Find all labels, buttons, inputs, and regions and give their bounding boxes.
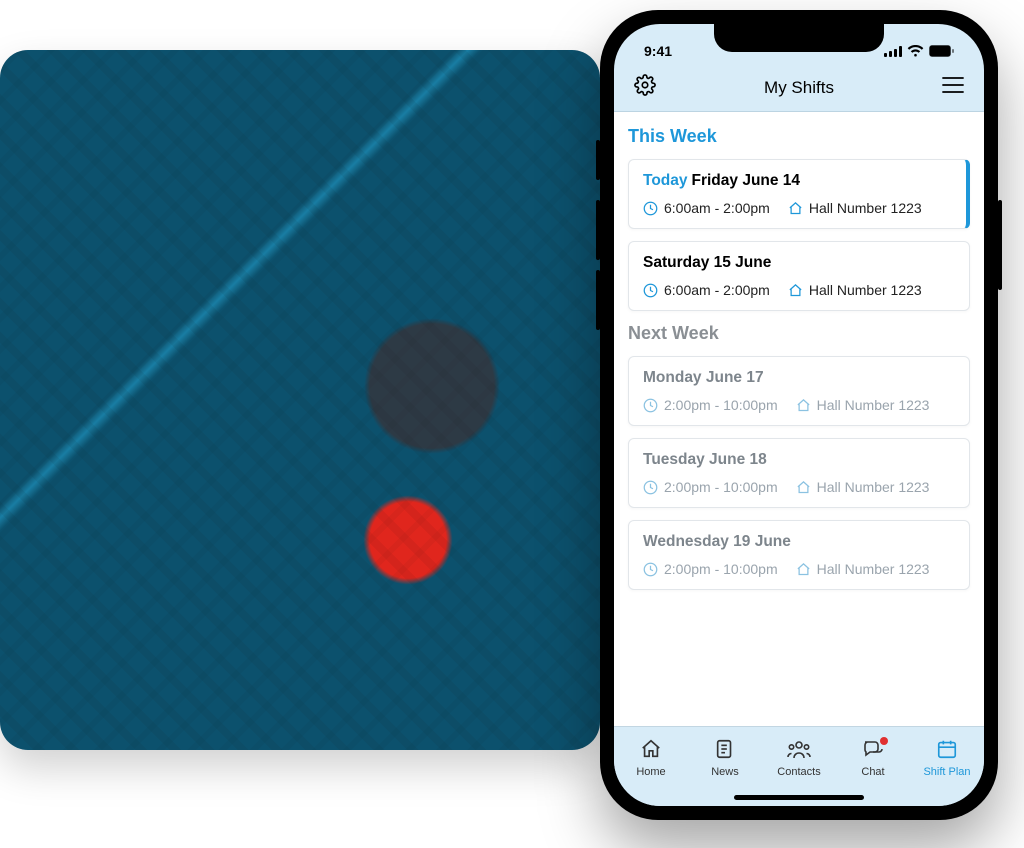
shift-card[interactable]: TodayFriday June 14 6:00am - 2:00pm Hall… xyxy=(628,159,970,229)
page-title: My Shifts xyxy=(764,78,834,98)
tab-chat[interactable]: Chat xyxy=(836,727,910,788)
phone-side-button xyxy=(998,200,1002,290)
wifi-icon xyxy=(907,45,924,57)
home-indicator[interactable] xyxy=(734,795,864,800)
shift-time: 2:00pm - 10:00pm xyxy=(664,479,778,495)
shift-date: Wednesday 19 June xyxy=(643,533,955,551)
cellular-icon xyxy=(884,46,902,57)
phone-notch xyxy=(714,24,884,52)
shift-card[interactable]: Monday June 17 2:00pm - 10:00pm Hall Num… xyxy=(628,356,970,426)
phone-frame: 9:41 My Shifts xyxy=(600,10,998,820)
shift-card[interactable]: Saturday 15 June 6:00am - 2:00pm Hall Nu… xyxy=(628,241,970,311)
shift-date-text: Friday June 14 xyxy=(692,172,801,189)
shift-location: Hall Number 1223 xyxy=(817,479,930,495)
shift-date: Saturday 15 June xyxy=(643,254,955,272)
shift-time: 6:00am - 2:00pm xyxy=(664,200,770,216)
shift-time: 2:00pm - 10:00pm xyxy=(664,397,778,413)
tab-label: Shift Plan xyxy=(923,766,970,778)
shift-time: 2:00pm - 10:00pm xyxy=(664,561,778,577)
hamburger-icon xyxy=(942,76,964,99)
shift-card[interactable]: Wednesday 19 June 2:00pm - 10:00pm Hall … xyxy=(628,520,970,590)
app-header: My Shifts xyxy=(614,64,984,112)
phone-side-button xyxy=(596,200,600,260)
shift-location: Hall Number 1223 xyxy=(809,282,922,298)
tab-label: Chat xyxy=(861,766,884,778)
tab-shift-plan[interactable]: Shift Plan xyxy=(910,727,984,788)
clock-icon xyxy=(643,398,658,413)
tab-contacts[interactable]: Contacts xyxy=(762,727,836,788)
phone-screen: 9:41 My Shifts xyxy=(614,24,984,806)
contacts-icon xyxy=(787,738,811,763)
shift-date: Tuesday June 18 xyxy=(643,451,955,469)
status-time: 9:41 xyxy=(644,43,672,59)
shift-location: Hall Number 1223 xyxy=(809,200,922,216)
news-icon xyxy=(714,738,736,763)
shift-time: 6:00am - 2:00pm xyxy=(664,282,770,298)
location-icon xyxy=(796,480,811,495)
clock-icon xyxy=(643,562,658,577)
section-title-this-week: This Week xyxy=(628,126,970,147)
clock-icon xyxy=(643,283,658,298)
notification-badge xyxy=(880,737,888,745)
tab-label: News xyxy=(711,766,739,778)
clock-icon xyxy=(643,480,658,495)
gear-icon xyxy=(634,74,656,101)
background-photo xyxy=(0,50,600,750)
calendar-icon xyxy=(936,738,958,763)
location-icon xyxy=(788,283,803,298)
battery-icon xyxy=(929,45,954,57)
bottom-tabbar: Home News Contacts Chat Shift Plan xyxy=(614,726,984,806)
shift-location: Hall Number 1223 xyxy=(817,397,930,413)
tab-home[interactable]: Home xyxy=(614,727,688,788)
shifts-list[interactable]: This Week TodayFriday June 14 6:00am - 2… xyxy=(614,112,984,726)
menu-button[interactable] xyxy=(940,75,966,101)
phone-side-button xyxy=(596,140,600,180)
section-title-next-week: Next Week xyxy=(628,323,970,344)
today-label: Today xyxy=(643,172,688,189)
shift-card[interactable]: Tuesday June 18 2:00pm - 10:00pm Hall Nu… xyxy=(628,438,970,508)
location-icon xyxy=(796,398,811,413)
shift-date: TodayFriday June 14 xyxy=(643,172,952,190)
location-icon xyxy=(796,562,811,577)
shift-location: Hall Number 1223 xyxy=(817,561,930,577)
clock-icon xyxy=(643,201,658,216)
tab-label: Contacts xyxy=(777,766,820,778)
phone-side-button xyxy=(596,270,600,330)
home-icon xyxy=(640,738,662,763)
location-icon xyxy=(788,201,803,216)
tab-label: Home xyxy=(636,766,665,778)
tab-news[interactable]: News xyxy=(688,727,762,788)
shift-date: Monday June 17 xyxy=(643,369,955,387)
settings-button[interactable] xyxy=(632,75,658,101)
